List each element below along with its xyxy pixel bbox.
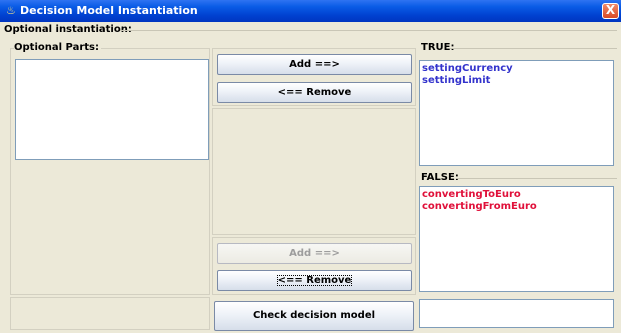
decision-model-instantiation-window: ♨ Decision Model Instantiation X Optiona…: [0, 0, 621, 333]
remove-from-true-button[interactable]: <== Remove: [217, 82, 412, 103]
true-list-item[interactable]: settingCurrency: [420, 63, 613, 75]
false-items: convertingToEuro convertingFromEuro: [420, 187, 613, 213]
false-group-label: FALSE:: [421, 172, 459, 183]
true-items: settingCurrency settingLimit: [420, 61, 613, 87]
remove-from-false-button-label: <== Remove: [276, 275, 353, 286]
false-list-item[interactable]: convertingFromEuro: [420, 201, 613, 213]
middle-spacer-panel: [212, 108, 416, 235]
footer-left-panel: [10, 297, 210, 330]
true-list[interactable]: settingCurrency settingLimit: [419, 60, 614, 166]
false-list[interactable]: convertingToEuro convertingFromEuro: [419, 186, 614, 292]
check-decision-model-button[interactable]: Check decision model: [214, 301, 414, 331]
optional-instantiation-label: Optional instantiation:: [4, 24, 132, 35]
false-group-divider: [456, 178, 617, 179]
optional-parts-list[interactable]: [15, 59, 209, 160]
add-to-false-button[interactable]: Add ==>: [217, 243, 412, 264]
optional-instantiation-divider: [120, 30, 617, 31]
optional-parts-label: Optional Parts:: [14, 42, 101, 54]
check-result-field: [419, 299, 614, 328]
title-bar[interactable]: ♨ Decision Model Instantiation X: [0, 0, 621, 22]
window-title: Decision Model Instantiation: [20, 4, 198, 17]
true-group-divider: [450, 48, 617, 49]
java-app-icon: ♨: [6, 4, 16, 17]
true-list-item[interactable]: settingLimit: [420, 75, 613, 87]
add-to-true-button[interactable]: Add ==>: [217, 54, 412, 75]
close-button[interactable]: X: [602, 3, 619, 19]
false-list-item[interactable]: convertingToEuro: [420, 189, 613, 201]
remove-from-false-button[interactable]: <== Remove: [217, 270, 412, 291]
